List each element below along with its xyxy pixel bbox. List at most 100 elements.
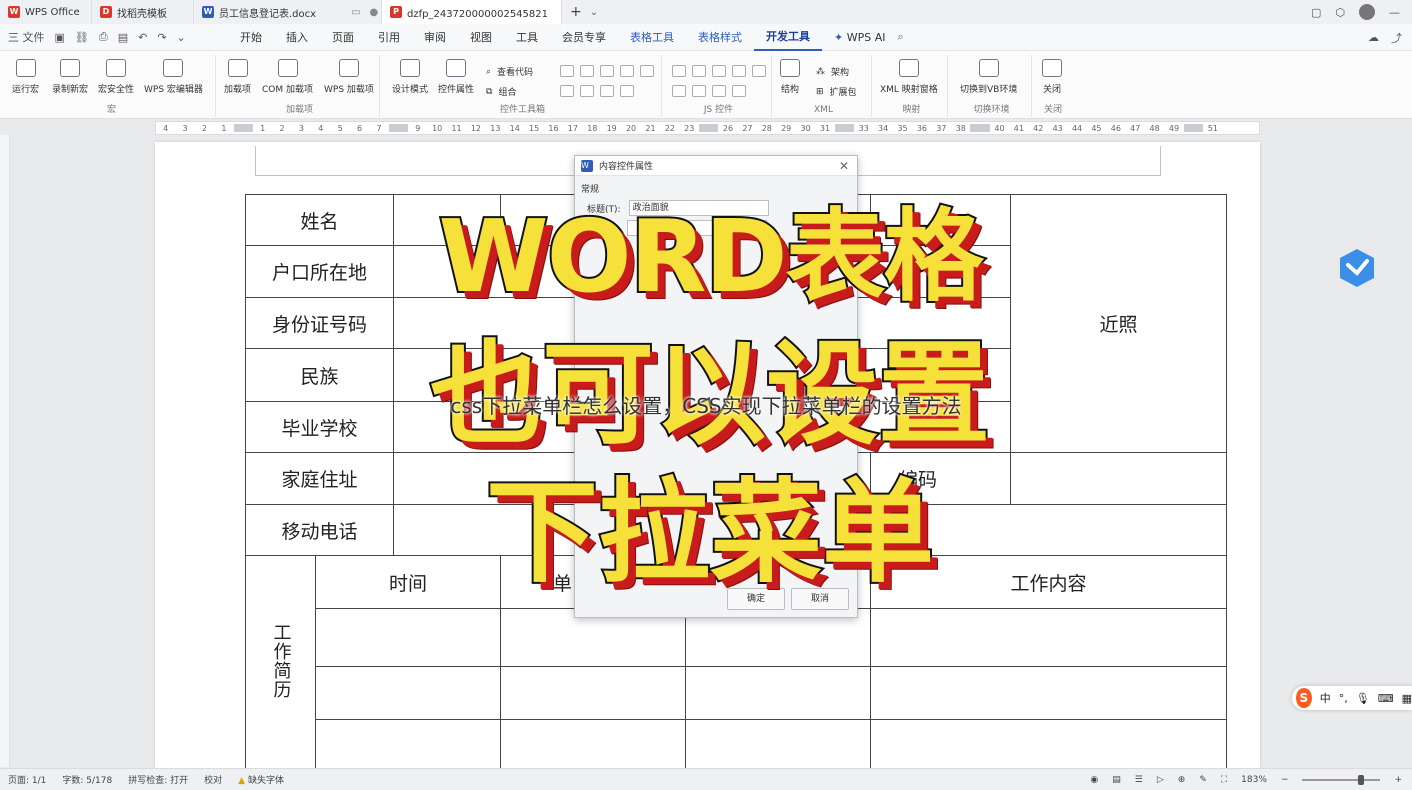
menu-review[interactable]: 审阅 [412,24,458,51]
scroll-control-icon[interactable] [620,85,634,97]
menu-table-style[interactable]: 表格样式 [686,24,754,51]
page-indicator[interactable]: 页面: 1/1 [0,773,54,786]
table-cell[interactable] [870,608,1228,667]
microphone-icon[interactable]: 🎙 [1356,692,1370,705]
file-menu[interactable]: 三 文件 [8,29,45,45]
design-mode-button[interactable]: 设计模式 [392,59,428,95]
switch-vb-button[interactable]: 切换到VB环境 [960,59,1017,95]
menu-developer[interactable]: 开发工具 [754,24,822,51]
js-label-icon[interactable] [692,85,706,97]
close-icon[interactable]: ✕ [839,159,849,173]
page-view-icon[interactable]: ▤ [1112,775,1121,785]
minimize-icon[interactable]: — [1389,6,1400,19]
wps-macro-editor-button[interactable]: WPS 宏编辑器 [144,59,203,95]
zoom-slider[interactable] [1302,775,1381,785]
chevron-down-icon[interactable]: ⌄ [177,31,186,44]
table-cell[interactable] [870,666,1228,720]
js-button-icon[interactable] [732,65,746,77]
print-preview-icon[interactable]: ▤ [118,31,128,44]
keyboard-icon[interactable]: ⌨ [1378,692,1394,705]
combo-control-icon[interactable] [560,85,574,97]
menu-member[interactable]: 会员专享 [550,24,618,51]
expansion-pack-button[interactable]: ⊞ 扩展包 [816,85,857,99]
menu-tools[interactable]: 工具 [504,24,550,51]
wps-addins-button[interactable]: WPS 加载项 [324,59,374,95]
js-textbox-icon[interactable] [692,65,706,77]
horizontal-ruler[interactable]: 4 3 2 1 1 2 3 4 5 6 7 9 10 11 12 13 14 15 16 17 18 19 20 21 22 23… [155,121,1260,135]
menu-wps-ai[interactable]: ✦ WPS AI [822,24,897,51]
ime-toolbar[interactable]: S 中 °, 🎙 ⌨ ▦ [1292,686,1412,710]
macro-security-button[interactable]: 宏安全性 [98,59,134,95]
avatar[interactable] [1359,4,1375,20]
web-view-icon[interactable]: ⊕ [1178,775,1186,785]
addins-button[interactable]: 加载项 [224,59,251,95]
tab-employee-doc[interactable]: W 员工信息登记表.docx ▭ ● [194,0,382,24]
image-control-icon[interactable] [640,65,654,77]
checkbox-control-icon[interactable] [560,65,574,77]
missing-font-button[interactable]: ▲ 缺失字体 [230,773,292,786]
xml-mapping-pane-button[interactable]: XML 映射窗格 [880,59,938,95]
link-icon[interactable]: ⛓ [75,31,89,44]
menu-page[interactable]: 页面 [320,24,366,51]
grid-icon[interactable]: ▦ [1402,692,1412,705]
table-cell[interactable] [314,608,502,667]
zoom-in-icon[interactable]: + [1394,775,1402,785]
pen-icon[interactable]: ✎ [1199,775,1207,785]
zoom-level[interactable]: 183% [1241,775,1267,785]
com-addins-button[interactable]: COM 加载项 [262,59,313,95]
js-checkbox-icon[interactable] [672,65,686,77]
table-cell[interactable] [870,719,1228,772]
cloud-upload-icon[interactable]: ☁ [1368,31,1379,44]
label-control-icon[interactable] [600,85,614,97]
option-control-icon[interactable] [620,65,634,77]
table-cell[interactable] [500,719,687,772]
ime-mode[interactable]: 中 [1320,690,1331,706]
button-control-icon[interactable] [600,65,614,77]
view-code-button[interactable]: ⌕ 查看代码 [486,65,533,79]
proofread-button[interactable]: 校对 [196,773,230,786]
table-cell[interactable] [685,719,872,772]
schema-button[interactable]: ⁂ 架构 [816,65,849,79]
redo-icon[interactable]: ↷ [157,31,166,44]
close-developer-button[interactable]: 关闭 [1042,59,1062,95]
spell-check-toggle[interactable]: 拼写检查: 打开 [120,773,196,786]
table-cell[interactable] [314,666,502,720]
run-macro-button[interactable]: 运行宏 [12,59,39,95]
menu-insert[interactable]: 插入 [274,24,320,51]
postcode-value-cell[interactable] [1010,452,1228,505]
ime-punctuation[interactable]: °, [1339,692,1348,705]
table-cell[interactable] [500,666,687,720]
textbox-control-icon[interactable] [580,65,594,77]
table-cell[interactable] [685,666,872,720]
menu-references[interactable]: 引用 [366,24,412,51]
dialog-titlebar[interactable]: W 内容控件属性 [575,156,857,176]
js-image-icon[interactable] [712,85,726,97]
cube-icon[interactable]: ⬡ [1335,6,1345,19]
undo-icon[interactable]: ↶ [138,31,147,44]
new-tab-icon[interactable]: + [562,4,590,20]
record-macro-button[interactable]: 录制新宏 [52,59,88,95]
share-icon[interactable]: ⤴ [1391,30,1402,46]
restore-window-icon[interactable]: ▢ [1311,6,1321,19]
list-control-icon[interactable] [580,85,594,97]
js-combo-icon[interactable] [672,85,686,97]
menu-view[interactable]: 视图 [458,24,504,51]
fit-screen-icon[interactable]: ⛶ [1221,775,1227,785]
tab-wps-office[interactable]: W WPS Office [0,0,92,24]
table-cell[interactable] [314,719,502,772]
play-icon[interactable]: ▷ [1157,775,1164,785]
chevron-down-icon[interactable]: ⌄ [590,7,598,18]
vertical-ruler[interactable] [0,135,10,767]
print-icon[interactable]: ⎙ [99,30,108,44]
tab-docer[interactable]: D 找稻壳模板 [92,0,194,24]
eye-icon[interactable]: ◉ [1090,775,1098,785]
js-frame-icon[interactable] [732,85,746,97]
structure-button[interactable]: 结构 [780,59,800,95]
js-radio-icon[interactable] [752,65,766,77]
assistant-icon[interactable] [1336,247,1378,289]
menu-home[interactable]: 开始 [228,24,274,51]
tab-pdf[interactable]: P dzfp_24372000000254582131_遵 [382,0,562,24]
save-icon[interactable]: ▣ [55,31,65,44]
word-count[interactable]: 字数: 5/178 [54,773,120,786]
search-icon[interactable]: ⌕ [897,30,903,44]
